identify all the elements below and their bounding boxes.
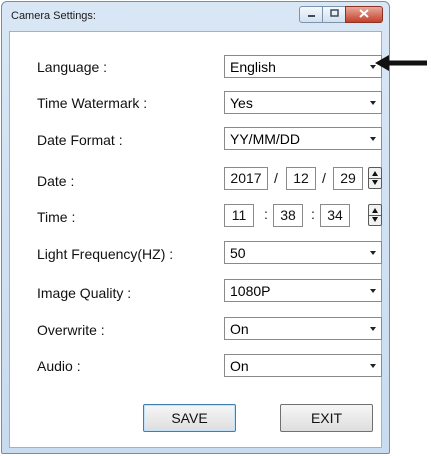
date-separator: / [322, 170, 326, 186]
time-hour-field[interactable]: 11 [224, 204, 254, 227]
title-bar[interactable]: Camera Settings: [2, 2, 389, 30]
camera-settings-window: Camera Settings: Language : English Time… [1, 1, 390, 454]
chevron-down-icon [370, 289, 376, 293]
overwrite-value: On [230, 321, 249, 337]
overwrite-select[interactable]: On [224, 317, 382, 340]
light-frequency-value: 50 [230, 245, 246, 261]
chevron-down-icon [370, 251, 376, 255]
save-button[interactable]: SAVE [143, 404, 236, 432]
audio-value: On [230, 358, 249, 374]
language-value: English [230, 59, 276, 75]
minimize-button[interactable] [299, 6, 323, 23]
date-label: Date : [37, 173, 75, 189]
spin-up-icon[interactable] [372, 171, 378, 176]
date-separator: / [274, 170, 278, 186]
time-label: Time : [37, 209, 76, 225]
spin-up-icon[interactable] [372, 208, 378, 213]
overwrite-label: Overwrite : [37, 322, 105, 338]
date-year-field[interactable]: 2017 [224, 167, 268, 190]
chevron-down-icon [370, 327, 376, 331]
maximize-button[interactable] [322, 6, 346, 23]
language-select[interactable]: English [224, 55, 382, 78]
time-second-field[interactable]: 34 [320, 204, 350, 227]
exit-button[interactable]: EXIT [280, 404, 373, 432]
chevron-down-icon [370, 137, 376, 141]
settings-panel: Language : English Time Watermark : Yes … [9, 31, 382, 448]
close-icon [359, 8, 369, 21]
image-quality-label: Image Quality : [37, 285, 132, 301]
window-title: Camera Settings: [11, 10, 96, 22]
image-quality-select[interactable]: 1080P [224, 279, 382, 302]
date-spinner[interactable] [368, 167, 382, 189]
close-button[interactable] [345, 6, 383, 23]
date-day-field[interactable]: 29 [333, 167, 363, 190]
light-frequency-label: Light Frequency(HZ) : [37, 246, 174, 262]
caption-buttons [299, 6, 383, 23]
time-minute-field[interactable]: 38 [273, 204, 303, 227]
time-watermark-value: Yes [230, 95, 253, 111]
left-arrow-icon [375, 55, 427, 71]
language-label: Language : [37, 59, 108, 75]
chevron-down-icon [370, 364, 376, 368]
time-separator: : [311, 206, 315, 222]
image-quality-value: 1080P [230, 283, 271, 299]
date-format-value: YY/MM/DD [230, 131, 300, 147]
audio-label: Audio : [37, 358, 81, 374]
date-format-label: Date Format : [37, 132, 123, 148]
light-frequency-select[interactable]: 50 [224, 241, 382, 264]
spin-down-icon[interactable] [372, 180, 378, 185]
audio-select[interactable]: On [224, 354, 382, 377]
time-spinner[interactable] [368, 204, 382, 226]
time-watermark-select[interactable]: Yes [224, 91, 382, 114]
chevron-down-icon [370, 101, 376, 105]
maximize-icon [329, 9, 339, 20]
time-watermark-label: Time Watermark : [37, 95, 148, 111]
time-separator: : [264, 206, 268, 222]
date-month-field[interactable]: 12 [286, 167, 316, 190]
minimize-icon [307, 9, 316, 20]
date-format-select[interactable]: YY/MM/DD [224, 127, 382, 150]
spin-down-icon[interactable] [372, 217, 378, 222]
